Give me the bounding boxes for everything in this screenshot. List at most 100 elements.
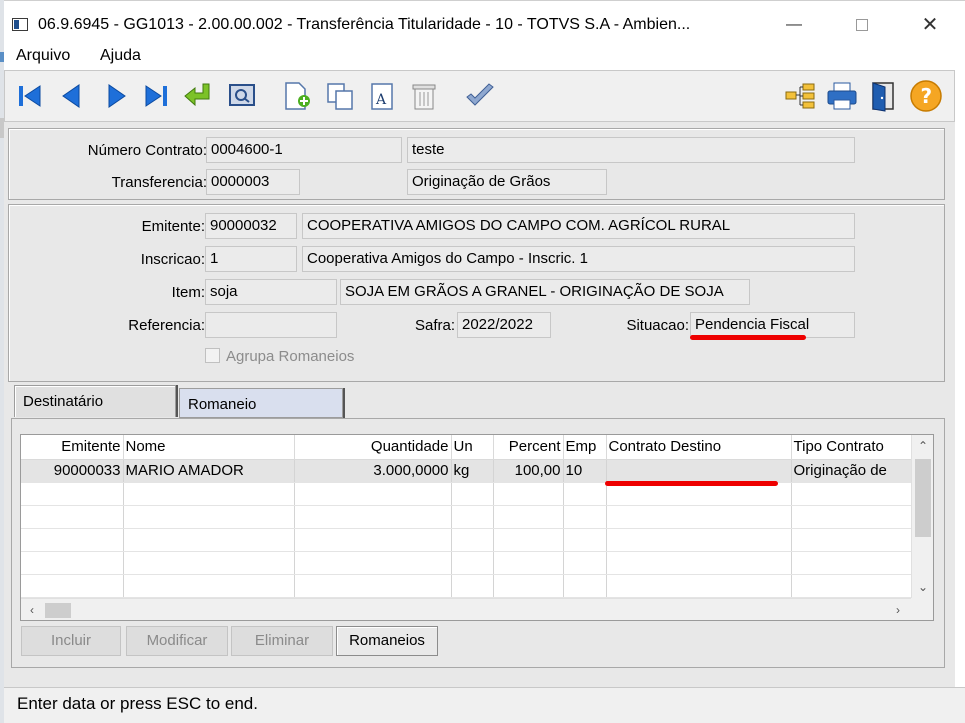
trash-icon	[412, 84, 436, 110]
scroll-right-icon[interactable]: ›	[887, 599, 909, 620]
print-button[interactable]	[825, 79, 859, 113]
col-tipo-contrato[interactable]: Tipo Contrato	[791, 435, 912, 460]
item-code-field[interactable]: soja	[205, 279, 337, 305]
emitente-label: Emitente:	[141, 218, 205, 235]
item-description-field[interactable]: SOJA EM GRÃOS A GRANEL - ORIGINAÇÃO DE S…	[340, 279, 750, 305]
inscricao-code-field[interactable]: 1	[205, 246, 297, 272]
exit-door-icon	[872, 82, 894, 112]
scroll-up-icon[interactable]: ⌃	[912, 435, 933, 457]
scroll-down-icon[interactable]: ⌄	[912, 576, 933, 598]
checkbox-box	[205, 348, 220, 363]
table-row[interactable]: 90000033 MARIO AMADOR 3.000,0000 kg 100,…	[21, 459, 912, 483]
cell-nome[interactable]: MARIO AMADOR	[123, 459, 295, 483]
search-button[interactable]	[225, 79, 259, 113]
close-button[interactable]: ✕	[910, 11, 950, 39]
vertical-scroll-thumb[interactable]	[915, 459, 931, 537]
last-record-button[interactable]	[138, 79, 172, 113]
empty-row[interactable]	[21, 574, 912, 598]
inscricao-name-field[interactable]: Cooperativa Amigos do Campo - Inscric. 1	[302, 246, 855, 272]
grid-table: Emitente Nome Quantidade Un Percent Emp …	[21, 435, 912, 598]
main-panel: Número Contrato: 0004600-1 teste Transfe…	[4, 122, 955, 687]
scroll-corner	[911, 598, 933, 620]
cell-tipo-contrato[interactable]: Originação de	[791, 459, 912, 483]
menu-arquivo[interactable]: Arquivo	[16, 47, 70, 65]
next-record-button[interactable]	[99, 79, 133, 113]
agrupa-romaneios-checkbox[interactable]: Agrupa Romaneios	[205, 348, 354, 365]
status-bar: Enter data or press ESC to end.	[4, 687, 965, 723]
empty-row[interactable]	[21, 551, 912, 575]
transfer-type-field[interactable]: Originação de Grãos	[407, 169, 607, 195]
emitente-code-field[interactable]: 90000032	[205, 213, 297, 239]
item-label: Item:	[171, 284, 205, 301]
situacao-label: Situacao:	[626, 317, 689, 334]
svg-text:?: ?	[921, 84, 933, 108]
numero-contrato-field[interactable]: 0004600-1	[206, 137, 402, 163]
numero-contrato-label: Número Contrato:	[87, 142, 207, 159]
exit-button[interactable]	[867, 79, 901, 113]
first-icon	[19, 85, 41, 107]
romaneios-button[interactable]: Romaneios	[336, 626, 438, 656]
horizontal-scroll-thumb[interactable]	[45, 603, 71, 618]
tab-romaneio[interactable]: Romaneio	[179, 388, 343, 418]
destinatario-panel: Emitente Nome Quantidade Un Percent Emp …	[11, 418, 945, 668]
referencia-field[interactable]	[205, 312, 337, 338]
col-contrato-destino[interactable]: Contrato Destino	[606, 435, 792, 460]
search-icon	[229, 84, 255, 106]
empty-row[interactable]	[21, 528, 912, 552]
app-icon	[12, 18, 28, 31]
scroll-left-icon[interactable]: ‹	[21, 599, 43, 620]
printer-icon	[827, 82, 857, 110]
cell-contrato-destino[interactable]	[606, 459, 792, 483]
edit-button[interactable]: A	[365, 79, 399, 113]
transferencia-label: Transferencia:	[111, 174, 207, 191]
horizontal-scrollbar[interactable]: ‹ ›	[21, 598, 911, 620]
col-quantidade[interactable]: Quantidade	[294, 435, 452, 460]
checkmark-icon	[466, 83, 494, 106]
cell-emp[interactable]: 10	[563, 459, 607, 483]
copy-icon	[327, 83, 353, 110]
help-button[interactable]: ?	[909, 79, 943, 113]
safra-label: Safra:	[414, 317, 455, 334]
new-document-icon	[285, 82, 310, 110]
cell-quantidade[interactable]: 3.000,0000	[294, 459, 452, 483]
maximize-icon	[856, 18, 868, 31]
col-emitente[interactable]: Emitente	[21, 435, 124, 460]
col-percent[interactable]: Percent	[493, 435, 564, 460]
new-record-button[interactable]	[279, 79, 313, 113]
emitente-name-field[interactable]: COOPERATIVA AMIGOS DO CAMPO COM. AGRÍCOL…	[302, 213, 855, 239]
delete-button[interactable]	[407, 79, 441, 113]
tree-button[interactable]	[783, 79, 817, 113]
modificar-button[interactable]: Modificar	[126, 626, 228, 656]
minimize-button[interactable]: —	[774, 11, 814, 39]
contract-description-field[interactable]: teste	[407, 137, 855, 163]
window-title: 06.9.6945 - GG1013 - 2.00.00.002 - Trans…	[38, 16, 691, 33]
transfer-details-group: Emitente: 90000032 COOPERATIVA AMIGOS DO…	[8, 204, 945, 382]
empty-row[interactable]	[21, 505, 912, 529]
menu-ajuda[interactable]: Ajuda	[100, 47, 141, 65]
transferencia-field[interactable]: 0000003	[206, 169, 300, 195]
previous-record-button[interactable]	[55, 79, 89, 113]
title-bar: 06.9.6945 - GG1013 - 2.00.00.002 - Trans…	[4, 0, 965, 44]
cell-emitente[interactable]: 90000033	[21, 459, 124, 483]
first-record-button[interactable]	[14, 79, 48, 113]
status-message: Enter data or press ESC to end.	[17, 694, 258, 713]
destinatario-grid[interactable]: Emitente Nome Quantidade Un Percent Emp …	[20, 434, 934, 621]
empty-row[interactable]	[21, 482, 912, 506]
cell-un[interactable]: kg	[451, 459, 494, 483]
goto-button[interactable]	[181, 79, 215, 113]
vertical-scrollbar[interactable]: ⌃ ⌄	[911, 435, 933, 598]
cell-percent[interactable]: 100,00	[493, 459, 564, 483]
eliminar-button[interactable]: Eliminar	[231, 626, 333, 656]
referencia-label: Referencia:	[128, 317, 205, 334]
safra-field[interactable]: 2022/2022	[457, 312, 551, 338]
confirm-button[interactable]	[463, 79, 497, 113]
incluir-button[interactable]: Incluir	[21, 626, 121, 656]
tab-destinatario[interactable]: Destinatário	[14, 385, 176, 417]
svg-text:A: A	[375, 92, 387, 108]
copy-button[interactable]	[323, 79, 357, 113]
maximize-button[interactable]	[842, 11, 882, 39]
col-nome[interactable]: Nome	[123, 435, 295, 460]
col-emp[interactable]: Emp	[563, 435, 607, 460]
help-icon: ?	[910, 80, 942, 112]
col-un[interactable]: Un	[451, 435, 494, 460]
